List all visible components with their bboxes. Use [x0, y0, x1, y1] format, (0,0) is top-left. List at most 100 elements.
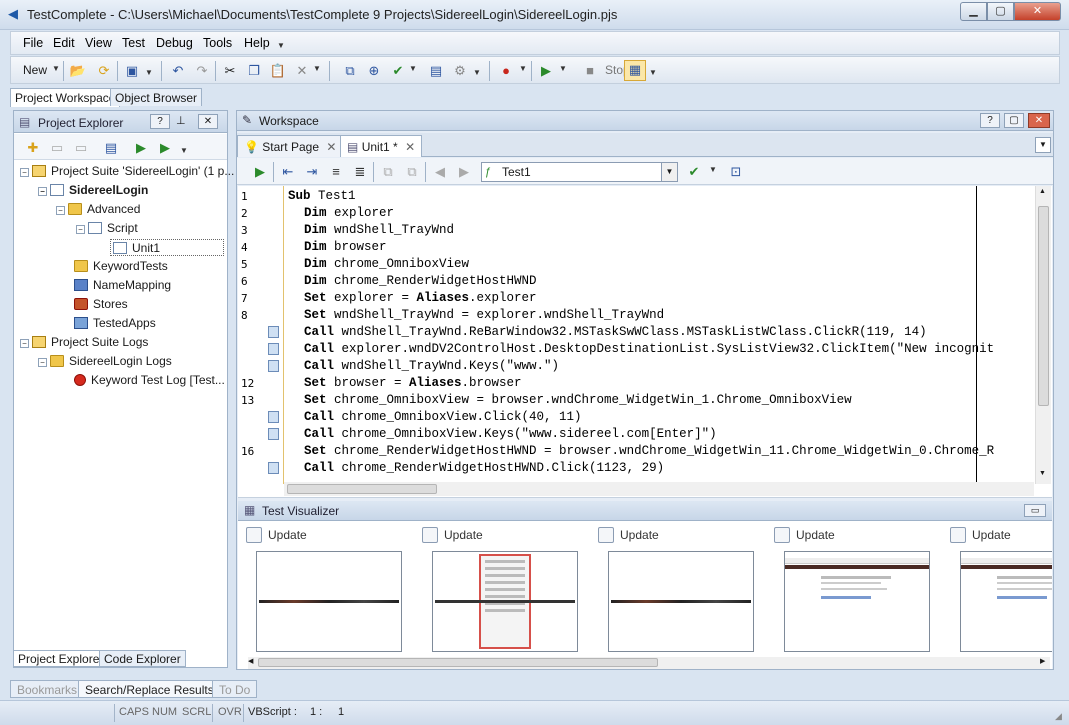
- code-line[interactable]: Call chrome_RenderWidgetHostHWND.Click(1…: [304, 460, 664, 477]
- settings-icon[interactable]: ⚙: [451, 62, 469, 79]
- menu-overflow-icon[interactable]: ▼: [277, 41, 285, 50]
- remove-item-icon[interactable]: ▭: [72, 139, 90, 156]
- tab-code-explorer[interactable]: Code Explorer: [99, 650, 186, 667]
- align-icon[interactable]: ≡: [327, 163, 345, 180]
- visualizer-frame[interactable]: Update: [246, 527, 416, 653]
- navigate-back-icon[interactable]: ◀: [431, 163, 449, 180]
- code-line[interactable]: Set chrome_OmniboxView = browser.wndChro…: [304, 392, 852, 409]
- routine-select[interactable]: ƒ Test1 ▼: [481, 162, 678, 182]
- code-line[interactable]: Call wndShell_TrayWnd.Keys("www."): [304, 358, 559, 375]
- paste-icon[interactable]: 📋: [269, 62, 287, 79]
- record-dropdown-icon[interactable]: ▼: [519, 64, 527, 73]
- run-icon[interactable]: ▶: [537, 62, 555, 79]
- visualizer-scroll-thumb[interactable]: [258, 658, 658, 667]
- recorded-action-icon[interactable]: [268, 428, 279, 440]
- code-line[interactable]: Dim wndShell_TrayWnd: [304, 222, 454, 239]
- save-all-icon[interactable]: ▣: [123, 62, 141, 79]
- recorded-action-icon[interactable]: [268, 462, 279, 474]
- tree-node-project-suite-logs[interactable]: − Project Suite Logs: [20, 334, 148, 351]
- checkpoint-icon[interactable]: ✔: [685, 163, 703, 180]
- minimize-button[interactable]: ▁: [960, 2, 987, 21]
- code-line[interactable]: Set explorer = Aliases.explorer: [304, 290, 537, 307]
- workspace-close-icon[interactable]: ✕: [1028, 113, 1050, 128]
- screenshot-thumbnail[interactable]: [784, 551, 930, 652]
- cut-icon[interactable]: ✂: [221, 62, 239, 79]
- code-line[interactable]: Call explorer.wndDV2ControlHost.DesktopD…: [304, 341, 994, 358]
- collapse-icon[interactable]: −: [20, 168, 29, 177]
- outdent-icon[interactable]: ⇥: [303, 163, 321, 180]
- tab-start-page[interactable]: 💡 Start Page ✕: [237, 135, 344, 157]
- panel-close-icon[interactable]: ✕: [198, 114, 218, 129]
- recorded-action-icon[interactable]: [268, 411, 279, 423]
- toolbar-overflow-icon[interactable]: ▼: [649, 68, 657, 77]
- code-line[interactable]: Set browser = Aliases.browser: [304, 375, 522, 392]
- tab-object-browser[interactable]: Object Browser: [110, 88, 203, 106]
- delete-icon[interactable]: ✕: [293, 62, 311, 79]
- run-dropdown-icon[interactable]: ▼: [559, 64, 567, 73]
- tab-search-replace-results[interactable]: Search/Replace Results: [78, 680, 221, 698]
- delete-dropdown-icon[interactable]: ▼: [313, 64, 321, 73]
- open-recent-icon[interactable]: ⟳: [95, 62, 113, 79]
- collapse-icon[interactable]: −: [56, 206, 65, 215]
- open-icon[interactable]: 📂: [69, 62, 87, 79]
- recording-icon[interactable]: ⊕: [365, 62, 383, 79]
- horizontal-scroll-thumb[interactable]: [287, 484, 437, 494]
- menu-debug[interactable]: Debug: [156, 36, 193, 50]
- tree-node-namemapping[interactable]: NameMapping: [74, 277, 171, 294]
- tree-node-script[interactable]: − Script: [76, 220, 138, 237]
- scroll-left-icon[interactable]: ◀: [248, 657, 253, 665]
- screen-icon[interactable]: ▤: [427, 62, 445, 79]
- menu-view[interactable]: View: [85, 36, 112, 50]
- code-line[interactable]: Dim chrome_RenderWidgetHostHWND: [304, 273, 537, 290]
- menu-test[interactable]: Test: [122, 36, 145, 50]
- update-checkbox[interactable]: [598, 527, 614, 543]
- routine-dropdown-icon[interactable]: ▼: [661, 163, 677, 181]
- code-line[interactable]: Dim explorer: [304, 205, 394, 222]
- menu-help[interactable]: Help: [244, 36, 270, 50]
- visualizer-horizontal-scrollbar[interactable]: ◀ ▶: [248, 657, 1050, 669]
- recorded-action-icon[interactable]: [268, 343, 279, 355]
- wrap-icon[interactable]: ≣: [351, 163, 369, 180]
- indent-icon[interactable]: ⇤: [279, 163, 297, 180]
- tab-close-icon[interactable]: ✕: [326, 140, 336, 154]
- tree-node-advanced[interactable]: − Advanced: [56, 201, 140, 218]
- screenshot-thumbnail[interactable]: [608, 551, 754, 652]
- new-button[interactable]: New: [23, 63, 47, 77]
- save-dropdown-icon[interactable]: ▼: [145, 68, 153, 77]
- test-visualizer-toggle-icon[interactable]: ▦: [624, 60, 646, 81]
- bookmark-icon[interactable]: ⊡: [727, 163, 745, 180]
- visualizer-frame[interactable]: Update: [598, 527, 768, 653]
- tab-bookmarks[interactable]: Bookmarks: [10, 680, 85, 698]
- resize-grip-icon[interactable]: ◢: [1055, 711, 1062, 722]
- vertical-scroll-thumb[interactable]: [1038, 206, 1049, 406]
- code-line[interactable]: Set wndShell_TrayWnd = explorer.wndShell…: [304, 307, 664, 324]
- stop-icon[interactable]: ■: [581, 62, 599, 79]
- comment-icon[interactable]: ⧉: [379, 163, 397, 180]
- navigate-forward-icon[interactable]: ▶: [455, 163, 473, 180]
- run-project-icon[interactable]: ▶: [156, 139, 174, 156]
- tab-unit1[interactable]: ▤ Unit1 * ✕: [340, 135, 423, 157]
- menu-tools[interactable]: Tools: [203, 36, 232, 50]
- tree-node-sidereellogin-logs[interactable]: − SidereelLogin Logs: [38, 353, 172, 370]
- code-editor[interactable]: 1 2 3 4 5 6 7 8 12 13 16 Sub Test1 Dim explorer Dim …: [238, 186, 1052, 498]
- record-icon[interactable]: ●: [497, 62, 515, 79]
- update-checkbox[interactable]: [950, 527, 966, 543]
- pin-icon[interactable]: ⊥: [176, 114, 186, 127]
- code-line[interactable]: Call chrome_OmniboxView.Click(40, 11): [304, 409, 582, 426]
- settings-dropdown-icon[interactable]: ▼: [473, 68, 481, 77]
- recorded-action-icon[interactable]: [268, 326, 279, 338]
- run-options-dropdown-icon[interactable]: ▼: [180, 146, 188, 155]
- visualizer-frame[interactable]: Update: [950, 527, 1052, 653]
- code-line[interactable]: Dim chrome_OmniboxView: [304, 256, 469, 273]
- tree-node-project[interactable]: − SidereelLogin: [38, 182, 148, 199]
- tree-node-stores[interactable]: Stores: [74, 296, 128, 313]
- collapse-icon[interactable]: −: [20, 339, 29, 348]
- scroll-right-icon[interactable]: ▶: [1040, 657, 1045, 665]
- redo-icon[interactable]: ↷: [193, 62, 211, 79]
- editor-horizontal-scrollbar[interactable]: [284, 482, 1034, 496]
- code-line[interactable]: Call wndShell_TrayWnd.ReBarWindow32.MSTa…: [304, 324, 927, 341]
- update-checkbox[interactable]: [774, 527, 790, 543]
- collapse-icon[interactable]: −: [38, 187, 47, 196]
- checkpoint-icon[interactable]: ✔: [389, 62, 407, 79]
- recorded-action-icon[interactable]: [268, 360, 279, 372]
